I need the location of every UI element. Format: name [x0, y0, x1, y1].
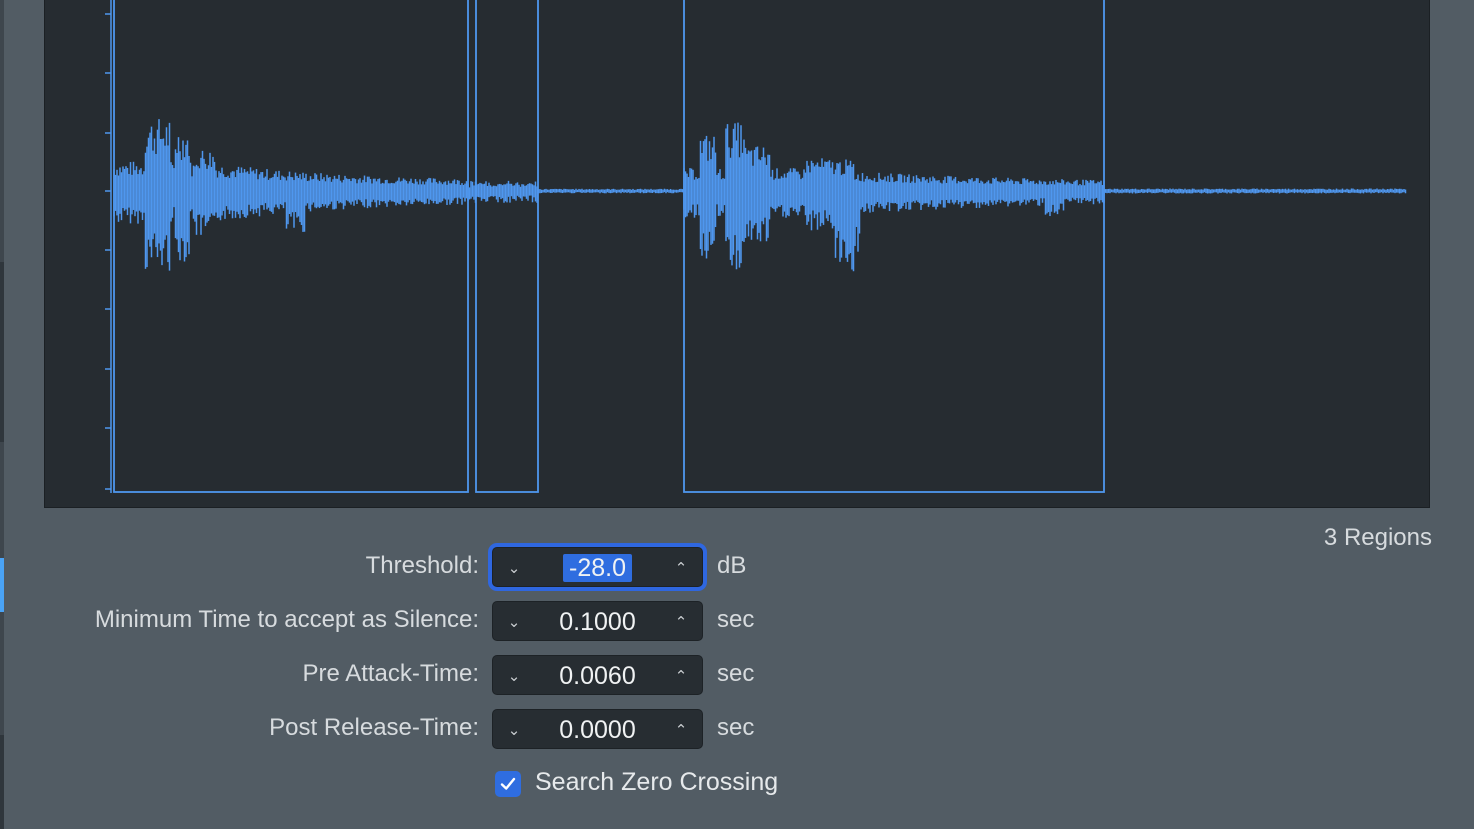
threshold-unit: dB [717, 552, 747, 579]
chevron-down-icon[interactable]: ⌄ [497, 656, 531, 696]
chevron-down-icon[interactable]: ⌄ [497, 602, 531, 642]
pre-attack-value[interactable]: 0.0060 [533, 656, 662, 696]
min-silence-stepper[interactable]: ⌄ 0.1000 ⌃ [492, 601, 703, 641]
region-box[interactable] [113, 0, 469, 493]
threshold-value[interactable]: -28.0 [533, 548, 662, 588]
chevron-up-icon[interactable]: ⌃ [664, 548, 698, 588]
region-box[interactable] [683, 0, 1105, 493]
min-silence-value[interactable]: 0.1000 [533, 602, 662, 642]
chevron-up-icon[interactable]: ⌃ [664, 710, 698, 750]
min-silence-label: Minimum Time to accept as Silence: [94, 606, 479, 633]
strip-segment [0, 262, 4, 442]
checkmark-icon [500, 777, 516, 790]
threshold-stepper[interactable]: ⌄ -28.0 ⌃ [492, 547, 703, 587]
chevron-down-icon[interactable]: ⌄ [497, 548, 531, 588]
threshold-value-text: -28.0 [563, 554, 632, 582]
waveform-canvas [105, 0, 1407, 493]
chevron-up-icon[interactable]: ⌃ [664, 656, 698, 696]
threshold-label: Threshold: [365, 552, 479, 579]
strip-segment [0, 735, 4, 829]
waveform-signal [113, 119, 1407, 272]
pre-attack-label: Pre Attack-Time: [302, 660, 479, 687]
regions-count: 3 Regions [1323, 524, 1432, 551]
waveform-display[interactable] [44, 0, 1430, 508]
min-silence-unit: sec [717, 606, 755, 633]
zero-crossing-checkbox[interactable] [495, 771, 521, 797]
pre-attack-stepper[interactable]: ⌄ 0.0060 ⌃ [492, 655, 703, 695]
region-box[interactable] [475, 0, 539, 493]
post-release-label: Post Release-Time: [269, 714, 479, 741]
chevron-up-icon[interactable]: ⌃ [664, 602, 698, 642]
post-release-value[interactable]: 0.0000 [533, 710, 662, 750]
zero-crossing-label[interactable]: Search Zero Crossing [535, 768, 778, 797]
post-release-unit: sec [717, 714, 755, 741]
left-edge-strip [0, 0, 4, 829]
pre-attack-unit: sec [717, 660, 755, 687]
post-release-stepper[interactable]: ⌄ 0.0000 ⌃ [492, 709, 703, 749]
y-axis-ticks [105, 13, 111, 490]
chevron-down-icon[interactable]: ⌄ [497, 710, 531, 750]
